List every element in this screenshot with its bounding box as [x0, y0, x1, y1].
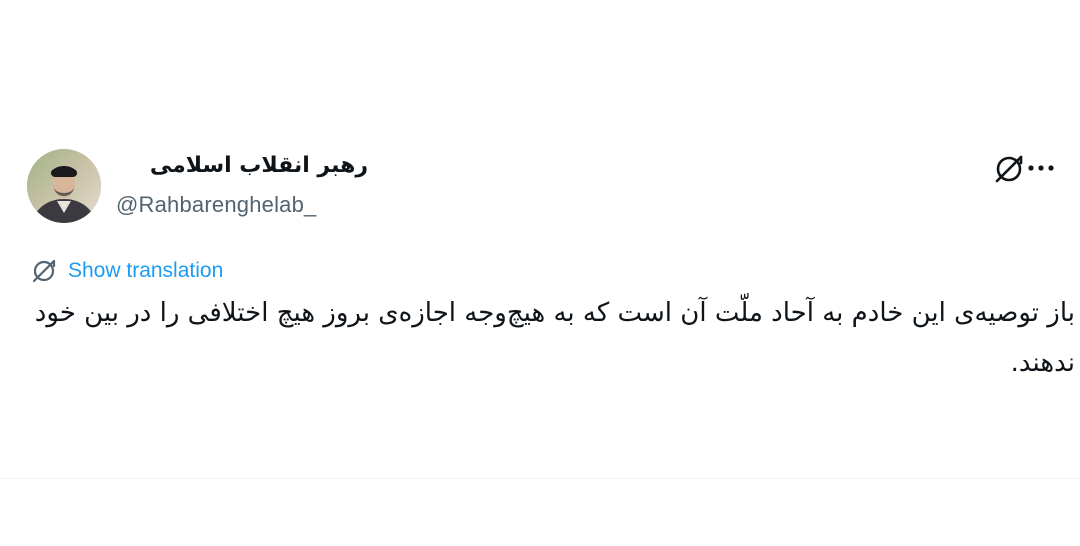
divider	[0, 478, 1080, 479]
tweet-text: باز توصیه‌ی این خادم به آحاد ملّت آن است…	[34, 298, 1075, 378]
display-name[interactable]: رهبر انقلاب اسلامی	[116, 150, 368, 182]
translate-row: Show translation	[30, 255, 223, 287]
tweet-card: رهبر انقلاب اسلامی @Rahbarenghelab_ Show…	[0, 0, 1080, 546]
header-actions	[980, 150, 1080, 190]
grok-icon[interactable]	[992, 152, 1026, 186]
show-translation-link[interactable]: Show translation	[68, 259, 223, 283]
avatar-image	[27, 149, 101, 223]
avatar[interactable]	[27, 149, 101, 223]
user-handle[interactable]: @Rahbarenghelab_	[116, 190, 316, 220]
more-options-icon[interactable]	[1024, 154, 1058, 182]
grok-icon	[30, 257, 58, 285]
